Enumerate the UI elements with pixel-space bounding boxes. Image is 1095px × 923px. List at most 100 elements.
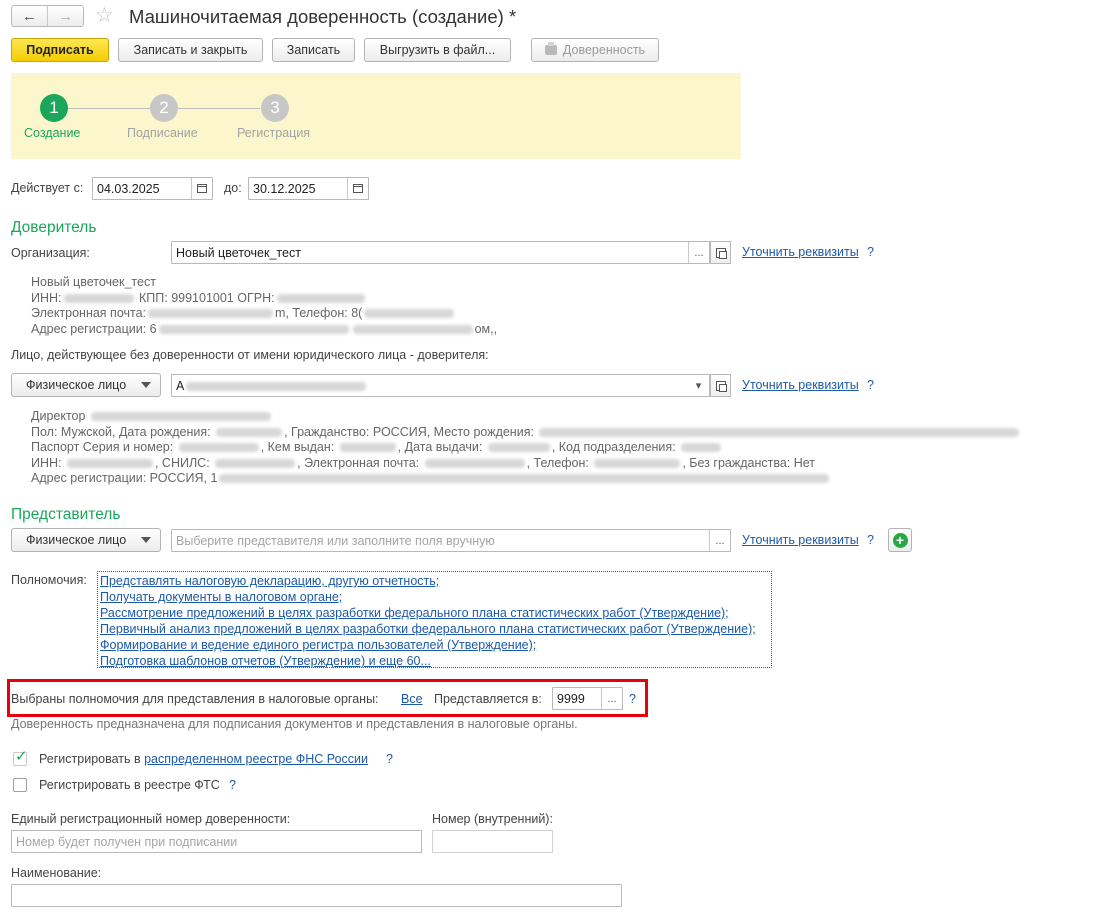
unified-number-placeholder: Номер будет получен при подписании — [16, 834, 238, 849]
person-detail-address: Адрес регистрации: РОССИЯ, 1 — [31, 471, 1021, 487]
help-icon[interactable]: ? — [629, 692, 636, 706]
valid-from-value: 04.03.2025 — [97, 181, 160, 196]
power-item[interactable]: Первичный анализ предложений в целях раз… — [100, 621, 769, 637]
tax-note: Доверенность предназначена для подписани… — [11, 717, 578, 731]
plus-icon: + — [892, 532, 908, 548]
powers-label: Полномочия: — [11, 573, 87, 587]
org-detail-email: Электронная почта: m, Телефон: 8( — [31, 306, 497, 322]
sign-button[interactable]: Подписать — [11, 38, 109, 62]
principal-person-field[interactable]: А ▾ — [171, 374, 710, 397]
save-button[interactable]: Записать — [272, 38, 355, 62]
calendar-icon[interactable] — [347, 178, 368, 199]
principal-section-title: Доверитель — [11, 219, 97, 236]
organization-field[interactable]: Новый цветочек_тест ... — [171, 241, 710, 264]
principal-person-label: Лицо, действующее без доверенности от им… — [11, 348, 489, 362]
name-field[interactable] — [11, 884, 622, 907]
history-nav: ← → — [11, 5, 84, 27]
organization-details: Новый цветочек_тест ИНН: КПП: 999101001 … — [31, 275, 497, 337]
principal-person-value: А — [172, 379, 688, 393]
step-3-circle: 3 — [261, 94, 289, 122]
save-and-close-button[interactable]: Записать и закрыть — [118, 38, 263, 62]
fns-registry-link[interactable]: распределенном реестре ФНС России — [144, 752, 368, 766]
internal-number-label: Номер (внутренний): — [432, 812, 553, 826]
unified-number-field[interactable]: Номер будет получен при подписании — [11, 830, 422, 853]
valid-from-field[interactable]: 04.03.2025 — [92, 177, 213, 200]
org-detail-inn: ИНН: КПП: 999101001 ОГРН: — [31, 291, 497, 307]
favorite-star-icon[interactable]: ☆ — [95, 3, 114, 28]
page-title: Машиночитаемая доверенность (создание) * — [129, 6, 517, 27]
forward-arrow-icon[interactable]: → — [48, 6, 83, 26]
calendar-icon[interactable] — [191, 178, 212, 199]
person-detail-birth: Пол: Мужской, Дата рождения: , Гражданст… — [31, 425, 1021, 441]
principal-person-type-select[interactable]: Физическое лицо — [11, 373, 161, 397]
print-poa-label: Доверенность — [562, 43, 646, 57]
clarify-person-link[interactable]: Уточнить реквизиты — [742, 378, 859, 392]
unified-number-label: Единый регистрационный номер доверенност… — [11, 812, 291, 826]
step-3-label: Регистрация — [237, 126, 311, 140]
printer-icon — [544, 42, 557, 55]
clarify-representative-link[interactable]: Уточнить реквизиты — [742, 533, 859, 547]
chevron-down-icon[interactable]: ▾ — [688, 375, 709, 396]
print-poa-button[interactable]: Доверенность — [531, 38, 659, 62]
representative-section-title: Представитель — [11, 506, 121, 523]
select-ellipsis-icon[interactable]: ... — [601, 688, 622, 709]
open-form-icon — [715, 380, 727, 392]
step-connector — [68, 108, 150, 109]
back-arrow-icon[interactable]: ← — [12, 6, 48, 26]
help-icon[interactable]: ? — [867, 533, 874, 547]
export-to-file-button[interactable]: Выгрузить в файл... — [364, 38, 511, 62]
register-fts-checkbox[interactable] — [13, 778, 27, 792]
representative-type-select[interactable]: Физическое лицо — [11, 528, 161, 552]
org-detail-address: Адрес регистрации: 6 ом,, — [31, 321, 498, 336]
chevron-down-icon — [141, 382, 151, 388]
tax-powers-label: Выбраны полномочия для представления в н… — [11, 692, 379, 706]
all-powers-link[interactable]: Все — [401, 692, 423, 706]
representative-field[interactable]: Выберите представителя или заполните пол… — [171, 529, 731, 552]
tax-authority-field[interactable]: 9999 ... — [552, 687, 623, 710]
power-item[interactable]: Формирование и ведение единого регистра … — [100, 637, 769, 653]
valid-from-label: Действует с: — [11, 181, 84, 195]
organization-value: Новый цветочек_тест — [176, 245, 301, 260]
open-person-button[interactable] — [710, 374, 731, 397]
open-form-icon — [715, 247, 727, 259]
help-icon[interactable]: ? — [867, 378, 874, 392]
internal-number-field[interactable] — [432, 830, 553, 853]
step-connector — [178, 108, 260, 109]
principal-person-type-value: Физическое лицо — [26, 378, 127, 392]
step-2-label: Подписание — [127, 126, 198, 140]
representative-placeholder: Выберите представителя или заполните пол… — [176, 533, 495, 548]
open-organization-button[interactable] — [710, 241, 731, 264]
step-1-circle: 1 — [40, 94, 68, 122]
organization-label: Организация: — [11, 246, 90, 260]
checkmark-icon: ✓ — [15, 748, 28, 765]
help-icon[interactable]: ? — [386, 752, 393, 766]
representative-type-value: Физическое лицо — [26, 533, 127, 547]
presented-to-label: Представляется в: — [434, 692, 542, 706]
help-icon[interactable]: ? — [867, 245, 874, 259]
person-details: Директор Пол: Мужской, Дата рождения: , … — [31, 409, 1021, 487]
power-item[interactable]: Получать документы в налоговом органе; — [100, 589, 769, 605]
org-detail-name: Новый цветочек_тест — [31, 275, 156, 289]
name-label: Наименование: — [11, 866, 102, 880]
tax-authority-value: 9999 — [557, 691, 585, 706]
power-item[interactable]: Представлять налоговую декларацию, другу… — [100, 573, 769, 589]
valid-to-field[interactable]: 30.12.2025 — [248, 177, 369, 200]
person-detail-position: Директор — [31, 409, 1021, 425]
power-item[interactable]: Подготовка шаблонов отчетов (Утверждение… — [100, 653, 769, 669]
step-2-circle: 2 — [150, 94, 178, 122]
register-fts-label: Регистрировать в реестре ФТС — [39, 778, 220, 792]
person-detail-inn: ИНН: , СНИЛС: , Электронная почта: , Тел… — [31, 455, 816, 470]
help-icon[interactable]: ? — [229, 778, 236, 792]
clarify-principal-link[interactable]: Уточнить реквизиты — [742, 245, 859, 259]
register-fns-checkbox[interactable]: ✓ — [13, 748, 28, 766]
power-item[interactable]: Рассмотрение предложений в целях разрабо… — [100, 605, 769, 621]
powers-list: Представлять налоговую декларацию, другу… — [97, 571, 772, 668]
chevron-down-icon — [141, 537, 151, 543]
select-ellipsis-icon[interactable]: ... — [688, 242, 709, 263]
progress-stepper: 1 2 3 Создание Подписание Регистрация — [11, 73, 741, 159]
step-1-label: Создание — [24, 126, 81, 140]
select-ellipsis-icon[interactable]: ... — [709, 530, 730, 551]
valid-to-value: 30.12.2025 — [253, 181, 316, 196]
register-fns-label: Регистрировать в распределенном реестре … — [39, 752, 369, 766]
add-representative-button[interactable]: + — [888, 528, 912, 552]
